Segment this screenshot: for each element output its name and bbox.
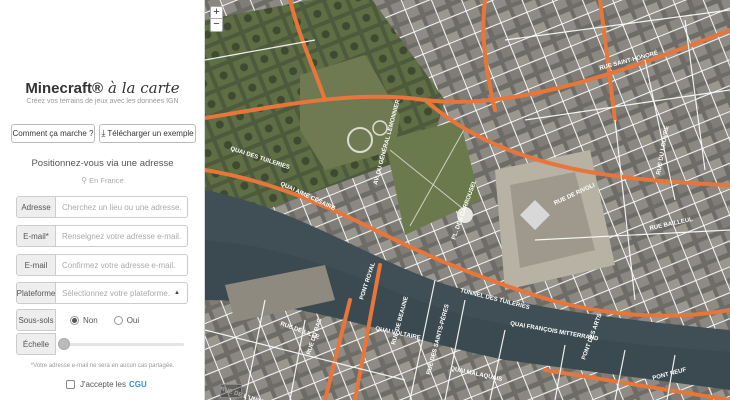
terms-checkbox[interactable] bbox=[66, 380, 75, 389]
email-confirm-input[interactable]: Confirmez votre adresse e-mail. bbox=[56, 254, 188, 276]
platform-select[interactable]: Sélectionnez votre plateforme. ▲ bbox=[56, 282, 188, 304]
scale-row: Échelle bbox=[16, 333, 188, 355]
basements-label: Sous-sols bbox=[16, 309, 56, 331]
basements-option-no[interactable]: Non bbox=[70, 315, 98, 325]
aerial-map: RUE DE RIVOLI AV. DU GÉNÉRAL LEMONNIER Q… bbox=[205, 0, 730, 400]
email-confirm-row: E-mail Confirmez votre adresse e-mail. bbox=[16, 254, 188, 276]
radio-yes-label: Oui bbox=[126, 315, 140, 325]
caret-down-icon: ▲ bbox=[174, 290, 180, 296]
email-footnote: *Votre adresse e-mail ne sera en aucun c… bbox=[30, 363, 175, 369]
email-label: E-mail* bbox=[16, 225, 56, 247]
locate-subtitle: ⚲ En France bbox=[0, 176, 205, 185]
app-title: Minecraft® à la carte bbox=[0, 79, 205, 97]
email-input[interactable]: Renseignez votre adresse e-mail. bbox=[56, 225, 188, 247]
basements-radio-group: Non Oui bbox=[56, 309, 155, 331]
terms-accept: J'accepte les CGU bbox=[66, 380, 147, 389]
terms-label: J'accepte les bbox=[80, 380, 126, 389]
locate-title: Positionnez-vous via une adresse bbox=[31, 158, 174, 169]
email-confirm-label: E-mail bbox=[16, 254, 56, 276]
platform-select-placeholder: Sélectionnez votre plateforme. bbox=[62, 288, 171, 298]
basements-option-yes[interactable]: Oui bbox=[113, 315, 140, 325]
address-row: Adresse Cherchez un lieu ou une adresse. bbox=[16, 196, 188, 218]
app-brand-suffix: à la carte bbox=[108, 79, 180, 97]
map-view[interactable]: RUE DE RIVOLI AV. DU GÉNÉRAL LEMONNIER Q… bbox=[205, 0, 730, 400]
scale-label: Échelle bbox=[16, 333, 56, 355]
platform-label: Plateforme bbox=[16, 282, 56, 304]
scale-slider[interactable] bbox=[56, 333, 188, 355]
basements-row: Sous-sols Non Oui bbox=[16, 309, 188, 331]
download-icon: ⤓ bbox=[101, 128, 106, 138]
address-input[interactable]: Cherchez un lieu ou une adresse. bbox=[56, 196, 188, 218]
sidebar: Minecraft® à la carte Créez vos terrains … bbox=[0, 0, 205, 400]
scale-slider-track[interactable] bbox=[62, 343, 184, 346]
zoom-out-button[interactable]: − bbox=[210, 19, 223, 32]
radio-no[interactable] bbox=[70, 315, 79, 325]
radio-yes[interactable] bbox=[113, 315, 123, 325]
map-corner-control[interactable] bbox=[220, 384, 242, 398]
download-example-button[interactable]: ⤓ Télécharger un exemple bbox=[99, 124, 196, 143]
map-pin-icon: ⚲ bbox=[81, 176, 88, 185]
terms-link[interactable]: CGU bbox=[129, 380, 147, 389]
address-label: Adresse bbox=[16, 196, 56, 218]
app-subtitle: Créez vos terrains de jeux avec les donn… bbox=[26, 98, 179, 105]
locate-subtitle-text: En France bbox=[89, 176, 124, 185]
download-example-label: Télécharger un exemple bbox=[107, 129, 194, 138]
how-it-works-button[interactable]: Comment ça marche ? bbox=[11, 124, 95, 143]
app-brand: Minecraft® bbox=[25, 80, 104, 97]
platform-row: Plateforme Sélectionnez votre plateforme… bbox=[16, 282, 188, 304]
radio-no-label: Non bbox=[83, 315, 98, 325]
email-row: E-mail* Renseignez votre adresse e-mail. bbox=[16, 225, 188, 247]
scale-slider-handle[interactable] bbox=[58, 338, 70, 350]
